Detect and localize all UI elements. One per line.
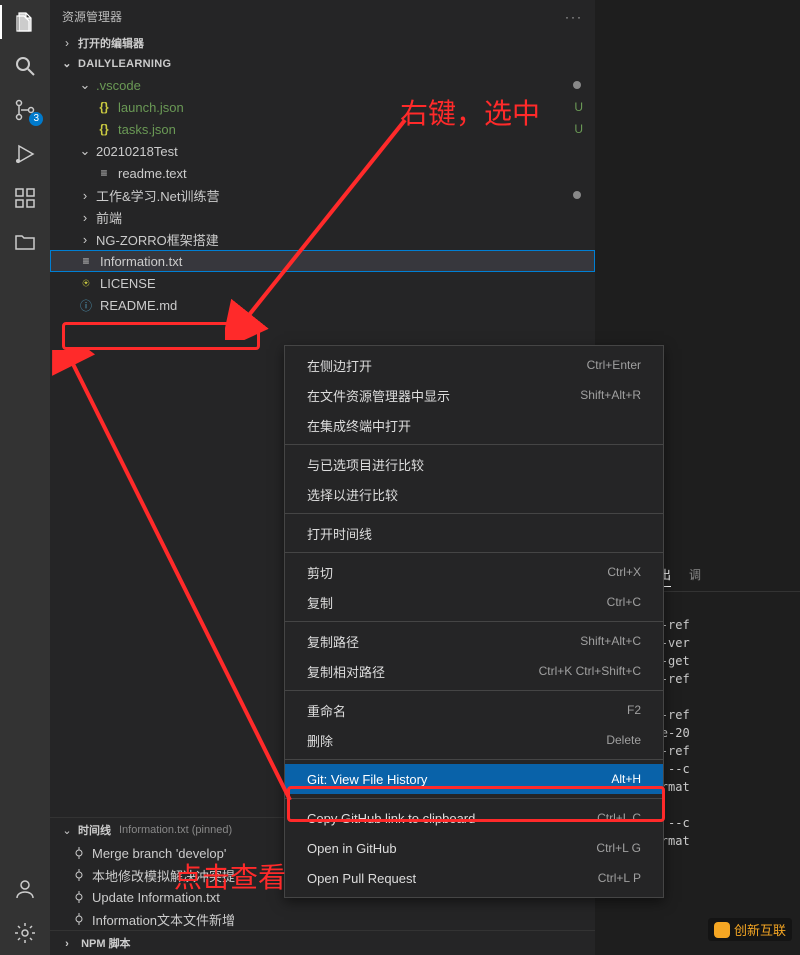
project-name: DAILYLEARNING: [78, 58, 171, 70]
search-icon[interactable]: [13, 54, 37, 78]
ctx-open-timeline[interactable]: 打开时间线: [285, 518, 663, 548]
timeline-item-label: Information文本文件新增: [92, 910, 235, 929]
chevron-down-icon: ⌄: [60, 824, 74, 837]
project-section[interactable]: ⌄ DAILYLEARNING: [50, 53, 595, 74]
folder-label: .vscode: [96, 78, 141, 93]
info-icon: ⓘ: [78, 297, 94, 313]
npm-scripts-label: NPM 脚本: [81, 938, 131, 950]
git-modified-dot: [573, 191, 581, 199]
folder-test[interactable]: ⌄ 20210218Test: [50, 140, 595, 162]
more-icon[interactable]: ···: [565, 10, 583, 24]
text-file-icon: ≡: [96, 165, 112, 181]
commit-icon: [72, 847, 86, 859]
ctx-git-history[interactable]: Git: View File HistoryAlt+H: [285, 764, 663, 794]
chevron-right-icon: ›: [60, 938, 74, 950]
folder-frontend[interactable]: › 前端: [50, 206, 595, 228]
file-label: README.md: [100, 298, 177, 313]
file-label: readme.text: [118, 166, 187, 181]
ctx-copy[interactable]: 复制Ctrl+C: [285, 587, 663, 617]
scm-badge: 3: [29, 112, 43, 126]
timeline-item-label: 本地修改模拟解决冲突提: [92, 866, 235, 885]
file-tree: ⌄ .vscode {} launch.json U {} tasks.json…: [50, 74, 595, 320]
file-label: launch.json: [118, 100, 184, 115]
file-label: LICENSE: [100, 276, 156, 291]
accounts-icon[interactable]: [13, 877, 37, 901]
settings-gear-icon[interactable]: [13, 921, 37, 945]
context-menu: 在侧边打开Ctrl+Enter 在文件资源管理器中显示Shift+Alt+R 在…: [284, 345, 664, 898]
folder-ngzorro[interactable]: › NG-ZORRO框架搭建: [50, 228, 595, 250]
chevron-right-icon: ›: [78, 210, 92, 225]
text-file-icon: ≡: [78, 253, 94, 269]
extensions-icon[interactable]: [13, 186, 37, 210]
chevron-right-icon: ›: [78, 232, 92, 247]
ctx-open-github[interactable]: Open in GitHubCtrl+L G: [285, 833, 663, 863]
folder-label: 前端: [96, 208, 122, 227]
chevron-down-icon: ⌄: [60, 57, 74, 70]
watermark-icon: [714, 922, 730, 938]
file-license[interactable]: ⍟ LICENSE: [50, 272, 595, 294]
file-label: tasks.json: [118, 122, 176, 137]
file-tasks-json[interactable]: {} tasks.json U: [50, 118, 595, 140]
tab-debug[interactable]: 调: [689, 566, 701, 587]
source-control-icon[interactable]: 3: [13, 98, 37, 122]
ctx-open-side[interactable]: 在侧边打开Ctrl+Enter: [285, 350, 663, 380]
file-information-txt[interactable]: ≡ Information.txt: [50, 250, 595, 272]
ctx-delete[interactable]: 删除Delete: [285, 725, 663, 755]
ctx-reveal[interactable]: 在文件资源管理器中显示Shift+Alt+R: [285, 380, 663, 410]
activity-bar: 3: [0, 0, 50, 955]
timeline-item-label: Update Information.txt: [92, 890, 220, 905]
folder-label: NG-ZORRO框架搭建: [96, 230, 219, 249]
timeline-title: 时间线: [78, 822, 111, 838]
explorer-title: 资源管理器: [62, 8, 122, 25]
run-debug-icon[interactable]: [13, 142, 37, 166]
ctx-rename[interactable]: 重命名F2: [285, 695, 663, 725]
file-label: Information.txt: [100, 254, 182, 269]
open-editors-section[interactable]: › 打开的编辑器: [50, 33, 595, 53]
file-readme-md[interactable]: ⓘ README.md: [50, 294, 595, 316]
chevron-down-icon: ⌄: [78, 77, 92, 93]
timeline-subtitle: Information.txt (pinned): [119, 824, 232, 836]
file-launch-json[interactable]: {} launch.json U: [50, 96, 595, 118]
ctx-copy-rel-path[interactable]: 复制相对路径Ctrl+K Ctrl+Shift+C: [285, 656, 663, 686]
folder-open-icon[interactable]: [13, 230, 37, 254]
open-editors-label: 打开的编辑器: [78, 35, 144, 51]
chevron-right-icon: ›: [60, 36, 74, 50]
chevron-down-icon: ⌄: [78, 143, 92, 159]
folder-label: 20210218Test: [96, 144, 178, 159]
file-readme-text[interactable]: ≡ readme.text: [50, 162, 595, 184]
timeline-item[interactable]: Information文本文件新增: [50, 908, 595, 930]
folder-vscode[interactable]: ⌄ .vscode: [50, 74, 595, 96]
folder-label: 工作&学习.Net训练营: [96, 186, 220, 205]
commit-icon: [72, 891, 86, 903]
ctx-select-compare[interactable]: 选择以进行比较: [285, 479, 663, 509]
npm-scripts-section[interactable]: › NPM 脚本: [50, 930, 595, 955]
timeline-item-label: Merge branch 'develop': [92, 846, 226, 861]
folder-work[interactable]: › 工作&学习.Net训练营: [50, 184, 595, 206]
json-icon: {}: [96, 121, 112, 137]
git-status-u: U: [574, 122, 583, 136]
commit-icon: [72, 869, 86, 881]
ctx-copy-path[interactable]: 复制路径Shift+Alt+C: [285, 626, 663, 656]
watermark-text: 创新互联: [734, 920, 786, 939]
json-icon: {}: [96, 99, 112, 115]
ctx-compare-selected[interactable]: 与已选项目进行比较: [285, 449, 663, 479]
git-status-u: U: [574, 100, 583, 114]
commit-icon: [72, 913, 86, 925]
explorer-icon[interactable]: [13, 10, 37, 34]
git-modified-dot: [573, 81, 581, 89]
license-icon: ⍟: [78, 275, 94, 291]
ctx-cut[interactable]: 剪切Ctrl+X: [285, 557, 663, 587]
ctx-open-terminal[interactable]: 在集成终端中打开: [285, 410, 663, 440]
ctx-open-pr[interactable]: Open Pull RequestCtrl+L P: [285, 863, 663, 893]
watermark: 创新互联: [708, 918, 792, 941]
ctx-copy-github[interactable]: Copy GitHub link to clipboardCtrl+L C: [285, 803, 663, 833]
chevron-right-icon: ›: [78, 188, 92, 203]
